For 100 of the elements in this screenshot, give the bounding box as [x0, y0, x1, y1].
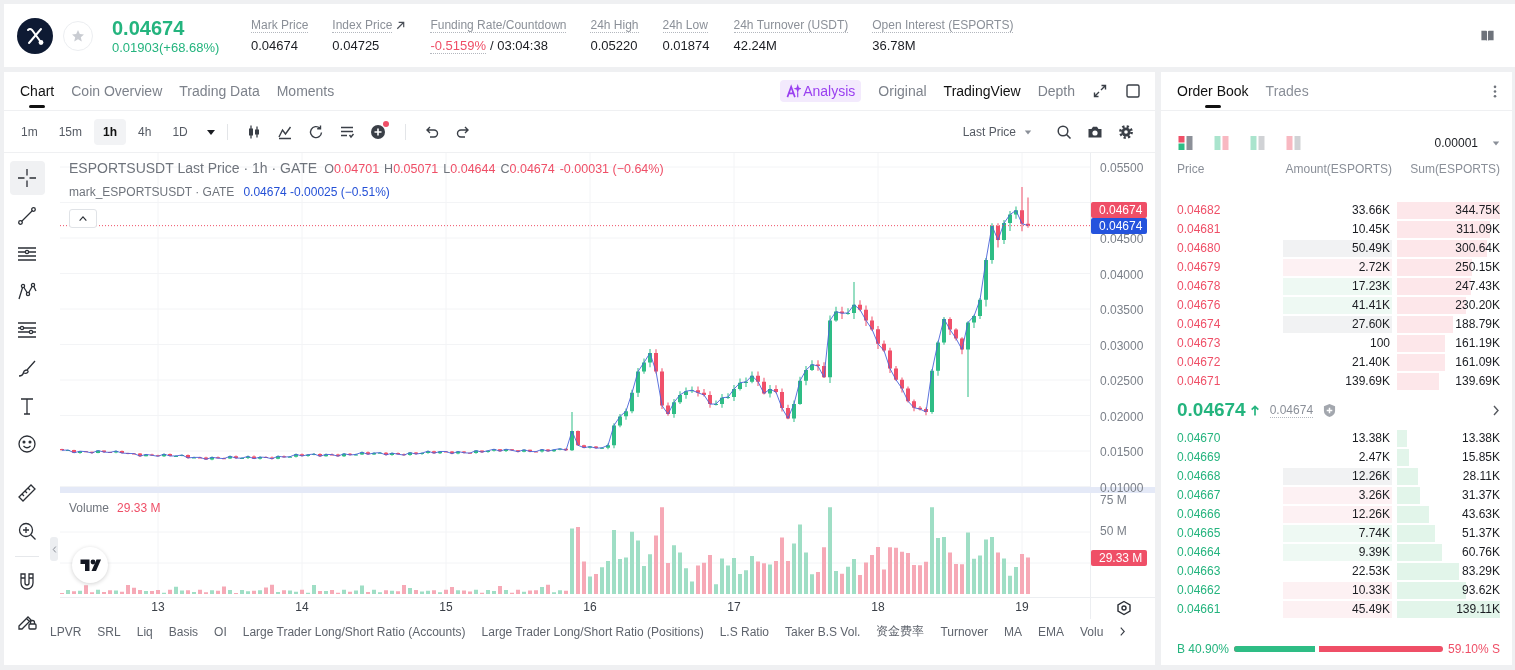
ask-price[interactable]: 0.04679 — [1177, 258, 1278, 277]
chart-tab[interactable]: Trading Data — [179, 72, 260, 110]
ohlc-key: C — [500, 162, 510, 176]
order-amount: 9.39K — [1283, 544, 1392, 561]
analysis-button[interactable]: Analysis — [780, 80, 862, 102]
chevron-right-icon[interactable] — [1119, 626, 1127, 637]
order-amount: 17.23K — [1283, 278, 1392, 295]
indicator-link[interactable]: Volu — [1080, 624, 1104, 639]
stat-label: Index Price — [332, 18, 393, 33]
order-book-tab[interactable]: Order Book — [1177, 72, 1249, 110]
cumulative-total: 83.29K — [1461, 563, 1500, 580]
cumulative-total: 139.69K — [1455, 373, 1500, 390]
chart-view-option[interactable]: Depth — [1037, 83, 1075, 99]
order-amount: 7.74K — [1283, 525, 1392, 542]
price-axis-label: 0.03000 — [1100, 339, 1144, 352]
order-amount: 41.41K — [1283, 297, 1392, 314]
depth-bar — [1397, 373, 1439, 390]
ask-price[interactable]: 0.04674 — [1177, 315, 1278, 334]
indicator-link[interactable]: L.S Ratio — [719, 624, 769, 639]
ask-price[interactable]: 0.04678 — [1177, 277, 1278, 296]
cumulative-total: 344.75K — [1455, 202, 1500, 219]
indicator-link[interactable]: EMA — [1037, 624, 1064, 639]
chart-tab[interactable]: Coin Overview — [71, 72, 163, 110]
bid-price[interactable]: 0.04669 — [1177, 448, 1278, 467]
interval-button[interactable]: 1h — [94, 118, 127, 145]
indicator-link[interactable]: Liq — [136, 624, 153, 639]
square-icon[interactable] — [1125, 83, 1141, 99]
cumulative-total: 139.11K — [1456, 601, 1500, 618]
interval-button[interactable]: 1m — [12, 118, 47, 145]
settings-icon[interactable] — [1116, 600, 1132, 616]
indicator-link[interactable]: OI — [214, 624, 227, 639]
time-axis-label: 16 — [582, 599, 598, 615]
chart-view-option[interactable]: TradingView — [943, 83, 1021, 99]
interval-button[interactable]: 15m — [49, 118, 91, 145]
indicator-link[interactable]: Turnover — [940, 624, 988, 639]
search-icon[interactable] — [1055, 123, 1072, 140]
depth-bar — [1397, 487, 1421, 504]
chart-view-option[interactable]: Original — [878, 83, 927, 99]
bid-price[interactable]: 0.04662 — [1177, 581, 1278, 600]
indicator-link[interactable]: MA — [1003, 624, 1022, 639]
indicator-link[interactable]: Taker B.S Vol. — [785, 624, 861, 639]
more-options-icon[interactable] — [1492, 83, 1498, 99]
book-icon[interactable] — [1480, 28, 1495, 43]
bid-price[interactable]: 0.04666 — [1177, 505, 1278, 524]
ask-price[interactable]: 0.04680 — [1177, 239, 1278, 258]
order-amount: 27.60K — [1283, 316, 1392, 333]
column-header: Price — [1177, 162, 1206, 176]
ask-price[interactable]: 0.04682 — [1177, 201, 1278, 220]
ask-price[interactable]: 0.04672 — [1177, 353, 1278, 372]
star-icon — [71, 28, 85, 43]
chart-logo-icon[interactable] — [72, 547, 108, 583]
precision-dropdown[interactable]: 0.00001 — [1434, 136, 1500, 150]
ask-price[interactable]: 0.04676 — [1177, 296, 1278, 315]
add-circle-icon[interactable] — [370, 123, 387, 140]
indicator-link[interactable]: Large Trader Long/Short Ratio (Positions) — [481, 624, 704, 639]
cumulative-total: 28.11K — [1462, 468, 1500, 485]
bid-price[interactable]: 0.04670 — [1177, 429, 1278, 448]
bid-price[interactable]: 0.04667 — [1177, 486, 1278, 505]
interval-button[interactable]: 4h — [129, 118, 161, 145]
interval-button[interactable]: 1D — [163, 118, 197, 145]
indicator-link[interactable]: 资金费率 — [876, 623, 925, 640]
order-amount: 21.40K — [1350, 354, 1391, 371]
depth-bar — [1397, 544, 1442, 561]
bid-price[interactable]: 0.04661 — [1177, 600, 1278, 619]
chart-tab[interactable]: Moments — [276, 72, 335, 110]
bid-price[interactable]: 0.04663 — [1177, 562, 1278, 581]
depth-bar — [1397, 563, 1459, 580]
buy-ratio: B 40.90% — [1177, 642, 1230, 656]
mark-price-values: 0.04674 -0.00025 (−0.51%) — [243, 184, 390, 200]
chart-tab[interactable]: Chart — [20, 72, 55, 110]
replay-icon[interactable] — [308, 123, 325, 140]
expand-icon[interactable] — [1092, 83, 1108, 99]
volume-axis-label: 50 M — [1100, 525, 1127, 537]
indicator-link[interactable]: Large Trader Long/Short Ratio (Accounts) — [242, 624, 466, 639]
ask-price[interactable]: 0.04673 — [1177, 334, 1278, 353]
stat-label: Open Interest (ESPORTS) — [872, 18, 1014, 33]
order-amount: 12.26K — [1283, 468, 1392, 485]
ask-price[interactable]: 0.04671 — [1177, 372, 1278, 391]
depth-bar — [1397, 506, 1430, 523]
bid-price[interactable]: 0.04668 — [1177, 467, 1278, 486]
indicator-link[interactable]: SRL — [97, 624, 121, 639]
ask-price[interactable]: 0.04681 — [1177, 220, 1278, 239]
price-axis-label: 0.04500 — [1100, 233, 1144, 245]
bid-price[interactable]: 0.04665 — [1177, 524, 1278, 543]
indicator-link[interactable]: LPVR — [50, 624, 82, 639]
toolbar-collapse-handle[interactable] — [50, 537, 58, 561]
price-source-dropdown[interactable]: Last Price — [962, 124, 1032, 139]
order-book-tab[interactable]: Trades — [1265, 72, 1309, 110]
bid-price[interactable]: 0.04664 — [1177, 543, 1278, 562]
chevron-right-icon[interactable] — [1492, 403, 1500, 417]
book-layout-icon[interactable] — [1177, 135, 1194, 151]
arrow-up-right-icon[interactable] — [395, 20, 407, 31]
time-axis-label: 18 — [870, 599, 886, 615]
indicator-link[interactable]: Basis — [168, 624, 199, 639]
ohlc-value: 0.05071 — [393, 162, 439, 176]
price-axis-label: 0.05500 — [1100, 162, 1144, 174]
column-header: Sum(ESPORTS) — [1409, 162, 1500, 176]
order-amount: 12.26K — [1283, 506, 1392, 523]
symbol-title: ESPORTSUSDT Last Price · 1h · GATE — [69, 160, 318, 176]
settings-icon[interactable] — [1117, 123, 1134, 140]
